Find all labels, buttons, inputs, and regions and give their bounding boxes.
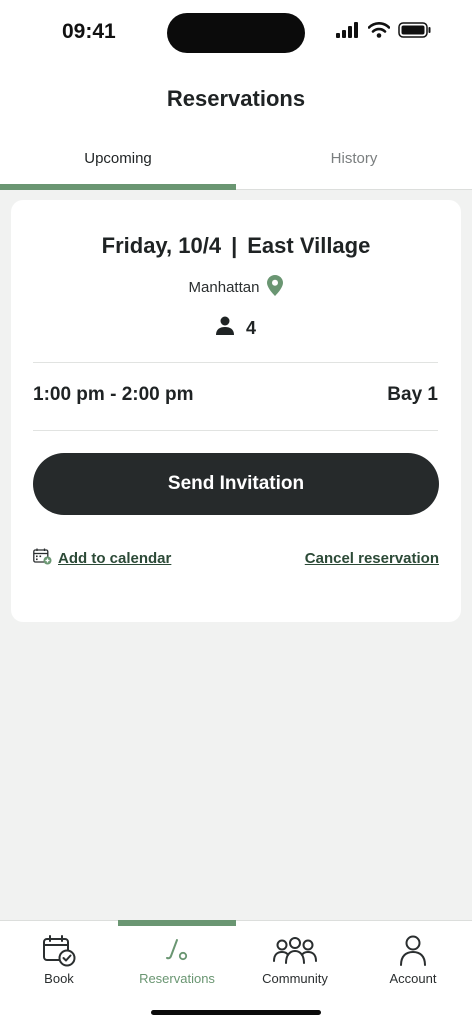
wifi-icon (367, 22, 391, 43)
people-group-icon (236, 935, 354, 967)
signal-icon (336, 22, 360, 43)
guests-row: 4 (11, 316, 461, 340)
battery-icon (398, 22, 432, 43)
nav-book-label: Book (44, 971, 74, 986)
calendar-add-icon (33, 548, 52, 569)
nav-account[interactable]: Account (354, 921, 472, 1024)
home-indicator (151, 1010, 321, 1015)
time-range: 1:00 pm - 2:00 pm (33, 384, 194, 405)
status-bar: 09:41 (0, 0, 472, 64)
reservation-heading: Friday, 10/4 | East Village (11, 233, 461, 259)
person-icon (215, 316, 234, 340)
nav-account-label: Account (389, 971, 437, 986)
status-icons (336, 22, 432, 43)
nav-community-label: Community (262, 971, 328, 986)
location-row: Manhattan (11, 275, 461, 300)
map-pin-icon[interactable] (267, 275, 284, 300)
reservation-venue: East Village (247, 233, 371, 258)
reservation-date: Friday, 10/4 (101, 233, 222, 258)
nav-book[interactable]: Book (0, 921, 118, 1024)
nav-reservations-label: Reservations (139, 971, 215, 986)
time-row: 1:00 pm - 2:00 pm Bay 1 (33, 384, 438, 406)
divider (33, 430, 438, 431)
reservations-screen: 09:41 Reservations Upcoming History Frid… (0, 0, 472, 1024)
add-to-calendar-label: Add to calendar (58, 550, 172, 567)
location-name: Manhattan (188, 279, 260, 296)
status-time: 09:41 (62, 20, 116, 43)
header: Reservations (0, 64, 472, 132)
bay-label: Bay 1 (387, 384, 438, 405)
page-title: Reservations (166, 86, 306, 111)
divider (33, 362, 438, 363)
add-to-calendar-link[interactable]: Add to calendar (33, 548, 171, 569)
nav-reservations[interactable]: Reservations (118, 920, 236, 1024)
person-icon (354, 935, 472, 967)
tab-history[interactable]: History (236, 132, 472, 189)
guest-count: 4 (245, 317, 256, 338)
nav-community[interactable]: Community (236, 921, 354, 1024)
bottom-nav: Book Reservations Community Account (0, 920, 472, 1024)
tab-upcoming[interactable]: Upcoming (0, 132, 236, 190)
heading-separator: | (231, 233, 238, 258)
cancel-reservation-link[interactable]: Cancel reservation (305, 550, 439, 567)
golf-club-icon (118, 935, 236, 967)
dynamic-island (167, 13, 305, 53)
calendar-check-icon (0, 935, 118, 967)
tab-bar: Upcoming History (0, 132, 472, 190)
card-actions: Add to calendar Cancel reservation (33, 548, 439, 569)
send-invitation-button[interactable]: Send Invitation (33, 453, 439, 515)
reservation-card: Friday, 10/4 | East Village Manhattan 4 (11, 200, 461, 622)
